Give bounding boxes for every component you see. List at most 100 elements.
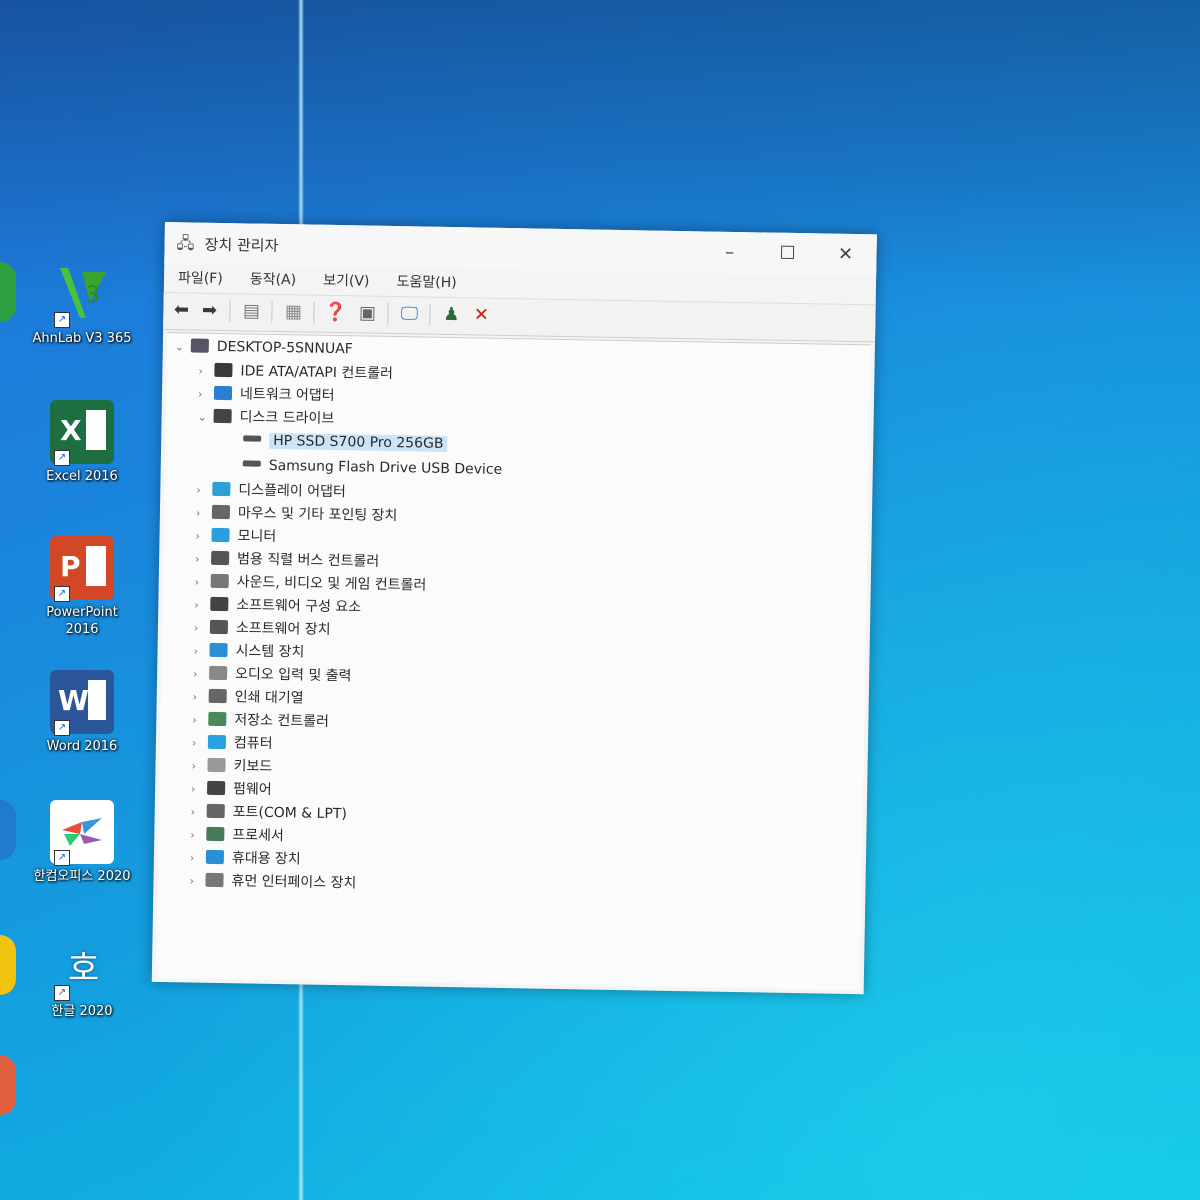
toolbar-separator: [313, 301, 315, 324]
chevron-right-icon[interactable]: ›: [189, 871, 205, 893]
chevron-right-icon[interactable]: ›: [193, 687, 209, 709]
chevron-right-icon[interactable]: ›: [198, 361, 214, 383]
chevron-right-icon[interactable]: ›: [194, 595, 210, 617]
tree-category[interactable]: › 모니터: [195, 525, 276, 548]
chevron-right-icon[interactable]: ›: [196, 503, 212, 525]
tree-category-label: 포트(COM & LPT): [232, 804, 348, 823]
tree-category[interactable]: › 네트워크 어댑터: [198, 383, 335, 407]
chevron-right-icon[interactable]: ›: [191, 756, 207, 778]
desktop-icon-excel[interactable]: X ↗ Excel 2016: [30, 400, 134, 485]
close-button[interactable]: ✕: [822, 239, 869, 270]
desktop-icon-hancom-office[interactable]: ↗ 한컴오피스 2020: [30, 800, 134, 885]
tree-category[interactable]: › 마우스 및 기타 포인팅 장치: [196, 502, 398, 528]
tree-category[interactable]: › 소프트웨어 구성 요소: [194, 594, 361, 619]
desktop-icon-label: AhnLab V3 365: [32, 331, 132, 346]
update-driver-icon[interactable]: ♟: [439, 303, 463, 327]
tree-category-label: 오디오 입력 및 출력: [234, 666, 352, 685]
tree-category-label: 휴먼 인터페이스 장치: [231, 873, 357, 892]
tree-category[interactable]: › 펌웨어: [191, 778, 272, 801]
tree-category[interactable]: › 디스플레이 어댑터: [196, 479, 346, 504]
tree-category-label: 모니터: [237, 528, 277, 545]
chevron-right-icon[interactable]: ›: [190, 825, 206, 847]
disk-drive-icon: [243, 435, 262, 442]
tree-category[interactable]: › 오디오 입력 및 출력: [193, 663, 352, 688]
tree-category[interactable]: › 소프트웨어 장치: [194, 617, 331, 641]
chevron-right-icon[interactable]: ›: [195, 549, 211, 571]
help-icon[interactable]: ❓: [323, 301, 347, 325]
back-arrow-icon[interactable]: ⬅: [169, 298, 193, 322]
view-icon[interactable]: ▣: [355, 301, 379, 325]
chevron-right-icon[interactable]: ›: [198, 384, 214, 406]
tree-category-label: 마우스 및 기타 포인팅 장치: [237, 505, 398, 525]
desktop-icon-ahnlab[interactable]: 3 ↗ AhnLab V3 365: [30, 262, 134, 347]
chevron-right-icon[interactable]: ›: [196, 480, 212, 502]
tree-device-label: Samsung Flash Drive USB Device: [268, 457, 503, 478]
tree-category[interactable]: › 키보드: [191, 755, 272, 778]
menu-action[interactable]: 동작(A): [250, 265, 297, 294]
menu-file[interactable]: 파일(F): [178, 264, 223, 293]
device-category-icon: [208, 688, 227, 704]
chevron-right-icon[interactable]: ›: [191, 779, 207, 801]
tree-category[interactable]: › 인쇄 대기열: [193, 686, 304, 710]
chevron-right-icon[interactable]: ›: [195, 526, 211, 548]
shortcut-arrow-icon: ↗: [54, 312, 70, 328]
shortcut-arrow-icon: ↗: [54, 450, 70, 466]
hangul-icon: 호 ↗: [50, 935, 114, 1001]
tree-category[interactable]: › 저장소 컨트롤러: [192, 709, 329, 733]
chevron-down-icon[interactable]: ⌄: [197, 407, 213, 429]
window-title: 장치 관리자: [204, 235, 279, 255]
tree-root[interactable]: ⌄ DESKTOP-5SNNUAF: [175, 335, 353, 360]
desktop-icon-word[interactable]: W ↗ Word 2016: [30, 670, 134, 755]
tree-category[interactable]: › 프로세서: [190, 824, 284, 848]
desktop-icon-label: 한컴오피스 2020: [33, 869, 131, 884]
tree-category[interactable]: › 휴먼 인터페이스 장치: [189, 870, 356, 895]
desktop-icon-label: Word 2016: [46, 739, 118, 754]
tree-category[interactable]: › 시스템 장치: [193, 640, 305, 664]
forward-arrow-icon[interactable]: ➡: [197, 299, 221, 323]
device-manager-window[interactable]: 🖧 장치 관리자 – ☐ ✕ 파일(F) 동작(A) 보기(V) 도움말(H) …: [151, 222, 877, 995]
device-category-icon: [209, 642, 228, 658]
device-category-icon: [209, 619, 229, 635]
chevron-right-icon[interactable]: ›: [190, 848, 206, 870]
chevron-right-icon[interactable]: ›: [191, 802, 207, 824]
chevron-right-icon[interactable]: ›: [193, 664, 209, 686]
desktop-icon-powerpoint[interactable]: P ↗ PowerPoint 2016: [30, 536, 134, 638]
tree-category[interactable]: ⌄ 디스크 드라이브: [197, 406, 334, 430]
chevron-right-icon[interactable]: ›: [195, 572, 211, 594]
tree-device[interactable]: HP SSD S700 Pro 256GB: [243, 429, 448, 455]
console-tree-icon[interactable]: ▤: [239, 299, 263, 323]
tree-category[interactable]: › 범용 직렬 버스 컨트롤러: [195, 548, 380, 573]
excel-icon: X ↗: [50, 400, 114, 466]
tree-category-label: 네트워크 어댑터: [239, 386, 335, 404]
device-category-icon: [212, 481, 231, 497]
device-category-icon: [207, 780, 226, 796]
minimize-button[interactable]: –: [706, 237, 753, 268]
tree-device[interactable]: Samsung Flash Drive USB Device: [242, 454, 503, 481]
tree-category-label: 디스플레이 어댑터: [238, 482, 346, 501]
desktop-icon-hangul[interactable]: 호 ↗ 한글 2020: [30, 935, 134, 1020]
tree-category[interactable]: › 사운드, 비디오 및 게임 컨트롤러: [195, 571, 427, 597]
device-category-icon: [211, 527, 230, 543]
device-category-icon: [211, 504, 231, 520]
device-manager-icon: 🖧: [176, 233, 195, 253]
tree-category-label: 소프트웨어 장치: [235, 620, 331, 638]
tree-category[interactable]: › 휴대용 장치: [190, 847, 301, 871]
chevron-right-icon[interactable]: ›: [192, 733, 208, 755]
properties-icon[interactable]: ▦: [281, 300, 305, 324]
tree-category[interactable]: › 포트(COM & LPT): [191, 801, 348, 826]
chevron-right-icon[interactable]: ›: [194, 618, 210, 640]
device-category-icon: [214, 362, 233, 378]
device-category-icon: [209, 665, 228, 681]
scan-hardware-icon[interactable]: 🖵: [397, 302, 421, 326]
tree-category[interactable]: › 컴퓨터: [192, 732, 273, 755]
device-category-icon: [205, 849, 225, 865]
tree-category-label: 범용 직렬 버스 컨트롤러: [236, 551, 380, 570]
tree-category[interactable]: › IDE ATA/ATAPI 컨트롤러: [198, 360, 393, 385]
chevron-right-icon[interactable]: ›: [192, 710, 208, 732]
maximize-button[interactable]: ☐: [764, 238, 811, 269]
uninstall-device-icon[interactable]: ✕: [469, 303, 493, 327]
tree-category-label: 프로세서: [232, 827, 284, 845]
menu-help[interactable]: 도움말(H): [396, 268, 457, 297]
menu-view[interactable]: 보기(V): [323, 267, 370, 296]
chevron-right-icon[interactable]: ›: [193, 641, 209, 663]
